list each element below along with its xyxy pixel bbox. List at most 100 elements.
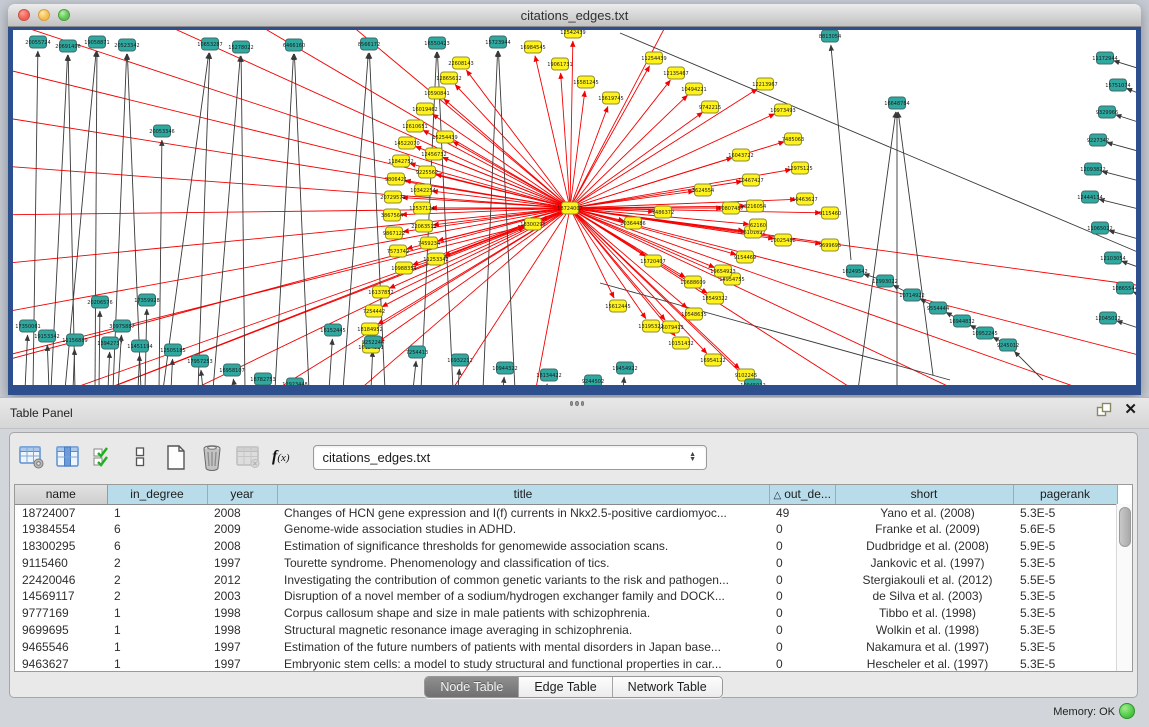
- graph-edge[interactable]: [1114, 61, 1136, 76]
- cell-out_degree[interactable]: 0: [769, 605, 835, 622]
- graph-node[interactable]: 13942737: [97, 337, 122, 349]
- graph-edge[interactable]: [444, 208, 570, 256]
- function-builder-icon[interactable]: f(x): [272, 448, 290, 466]
- graph-node[interactable]: 15581245: [573, 76, 598, 88]
- graph-node[interactable]: 20055724: [25, 36, 50, 48]
- graph-node[interactable]: 17350061: [15, 320, 40, 332]
- graph-edge[interactable]: [1109, 230, 1136, 246]
- cell-year[interactable]: 2012: [207, 571, 277, 588]
- graph-edge[interactable]: [1116, 115, 1136, 130]
- cell-out_degree[interactable]: 49: [769, 504, 835, 521]
- graph-edge[interactable]: [1099, 199, 1136, 215]
- graph-edge[interactable]: [458, 369, 459, 385]
- graph-node[interactable]: 11172944: [1092, 52, 1117, 64]
- graph-node[interactable]: 7485063: [782, 133, 804, 145]
- graph-node[interactable]: 11451194: [127, 340, 152, 352]
- graph-node[interactable]: 7459234: [418, 237, 440, 249]
- graph-node[interactable]: 12923448: [282, 378, 307, 385]
- graph-node[interactable]: 9554444: [927, 302, 949, 314]
- graph-edge[interactable]: [127, 54, 141, 385]
- graph-node[interactable]: 10494221: [681, 83, 706, 95]
- graph-edge[interactable]: [570, 208, 675, 336]
- graph-edge[interactable]: [99, 311, 100, 385]
- graph-node[interactable]: 12103054: [1100, 252, 1125, 264]
- cell-out_degree[interactable]: 0: [769, 622, 835, 639]
- cell-title[interactable]: Disruption of a novel member of a sodium…: [277, 588, 769, 605]
- cell-year[interactable]: 2009: [207, 521, 277, 538]
- graph-edge[interactable]: [533, 208, 570, 385]
- graph-edge[interactable]: [570, 208, 821, 213]
- graph-node[interactable]: 12542439: [560, 30, 585, 38]
- cell-name[interactable]: 18724007: [15, 504, 107, 521]
- graph-node[interactable]: 19058871: [84, 36, 109, 48]
- graph-edge[interactable]: [108, 352, 110, 385]
- graph-edge[interactable]: [1121, 261, 1136, 276]
- graph-node[interactable]: 9252244: [362, 336, 384, 348]
- graph-node[interactable]: 9245012: [997, 339, 1019, 351]
- graph-node[interactable]: 12135467: [663, 67, 688, 79]
- table-row[interactable]: 1456911722003Disruption of a novel membe…: [15, 588, 1117, 605]
- graph-edge[interactable]: [1126, 88, 1136, 103]
- cell-name[interactable]: 9777169: [15, 605, 107, 622]
- cell-in_degree[interactable]: 1: [107, 655, 207, 672]
- graph-node[interactable]: 19454922: [612, 362, 637, 374]
- network-window-titlebar[interactable]: citations_edges.txt: [8, 4, 1141, 27]
- cell-short[interactable]: Jankovic et al. (1997): [835, 554, 1013, 571]
- graph-edge[interactable]: [455, 85, 570, 208]
- tab-edge-table[interactable]: Edge Table: [519, 677, 612, 697]
- table-row[interactable]: 969969511998Structural magnetic resonanc…: [15, 622, 1117, 639]
- graph-edge[interactable]: [858, 112, 896, 385]
- graph-edge[interactable]: [620, 33, 1136, 253]
- graph-node[interactable]: 8566172: [358, 38, 380, 50]
- close-window-button[interactable]: [18, 9, 30, 21]
- cell-short[interactable]: Hescheler et al. (1997): [835, 655, 1013, 672]
- graph-edge[interactable]: [546, 384, 547, 385]
- graph-node[interactable]: 16550423: [424, 37, 449, 49]
- cell-in_degree[interactable]: 6: [107, 538, 207, 555]
- graph-edge[interactable]: [570, 181, 742, 208]
- cell-pagerank[interactable]: 5.5E-5: [1013, 571, 1117, 588]
- select-all-rows-icon[interactable]: [90, 444, 117, 471]
- graph-edge[interactable]: [831, 45, 851, 260]
- table-row[interactable]: 1938455462009Genome-wide association stu…: [15, 521, 1117, 538]
- graph-node[interactable]: 15723944: [485, 36, 510, 48]
- graph-node[interactable]: 16984545: [520, 41, 545, 53]
- graph-node[interactable]: 18549322: [702, 292, 727, 304]
- cell-in_degree[interactable]: 2: [107, 588, 207, 605]
- graph-node[interactable]: 18134422: [536, 369, 561, 381]
- table-row[interactable]: 977716911998Corpus callosum shape and si…: [15, 605, 1117, 622]
- graph-edge[interactable]: [503, 377, 504, 385]
- cell-title[interactable]: Investigating the contribution of common…: [277, 571, 769, 588]
- graph-edge[interactable]: [275, 54, 294, 385]
- graph-node[interactable]: 14522070: [394, 137, 419, 149]
- panel-resize-grip[interactable]: [570, 401, 584, 405]
- graph-node[interactable]: 16958107: [219, 364, 244, 376]
- cell-in_degree[interactable]: 2: [107, 571, 207, 588]
- graph-node[interactable]: 9225562: [416, 166, 438, 178]
- graph-edge[interactable]: [444, 99, 570, 208]
- memory-ok-indicator-icon[interactable]: [1119, 703, 1135, 719]
- cell-pagerank[interactable]: 5.6E-5: [1013, 521, 1117, 538]
- cell-out_degree[interactable]: 0: [769, 588, 835, 605]
- graph-node[interactable]: 10807487: [718, 202, 743, 214]
- graph-edge[interactable]: [333, 30, 570, 208]
- cell-year[interactable]: 2008: [207, 504, 277, 521]
- cell-name[interactable]: 9463627: [15, 655, 107, 672]
- graph-node[interactable]: 15751074: [1105, 79, 1130, 91]
- column-header-short[interactable]: short: [835, 485, 1013, 504]
- cell-year[interactable]: 2008: [207, 538, 277, 555]
- graph-node[interactable]: 15278022: [228, 41, 253, 53]
- zoom-window-button[interactable]: [58, 9, 70, 21]
- graph-node[interactable]: 9154469: [734, 251, 756, 263]
- graph-edge[interactable]: [1133, 292, 1136, 306]
- graph-node[interactable]: 20206576: [87, 296, 112, 308]
- cell-out_degree[interactable]: 0: [769, 521, 835, 538]
- graph-node[interactable]: 9329966: [1096, 106, 1118, 118]
- graph-edge[interactable]: [171, 359, 173, 385]
- cell-name[interactable]: 18300295: [15, 538, 107, 555]
- table-row[interactable]: 2242004622012Investigating the contribut…: [15, 571, 1117, 588]
- graph-edge[interactable]: [371, 351, 373, 385]
- graph-edge[interactable]: [163, 53, 209, 385]
- row-height-icon[interactable]: [126, 444, 153, 471]
- delete-table-icon[interactable]: [234, 444, 261, 471]
